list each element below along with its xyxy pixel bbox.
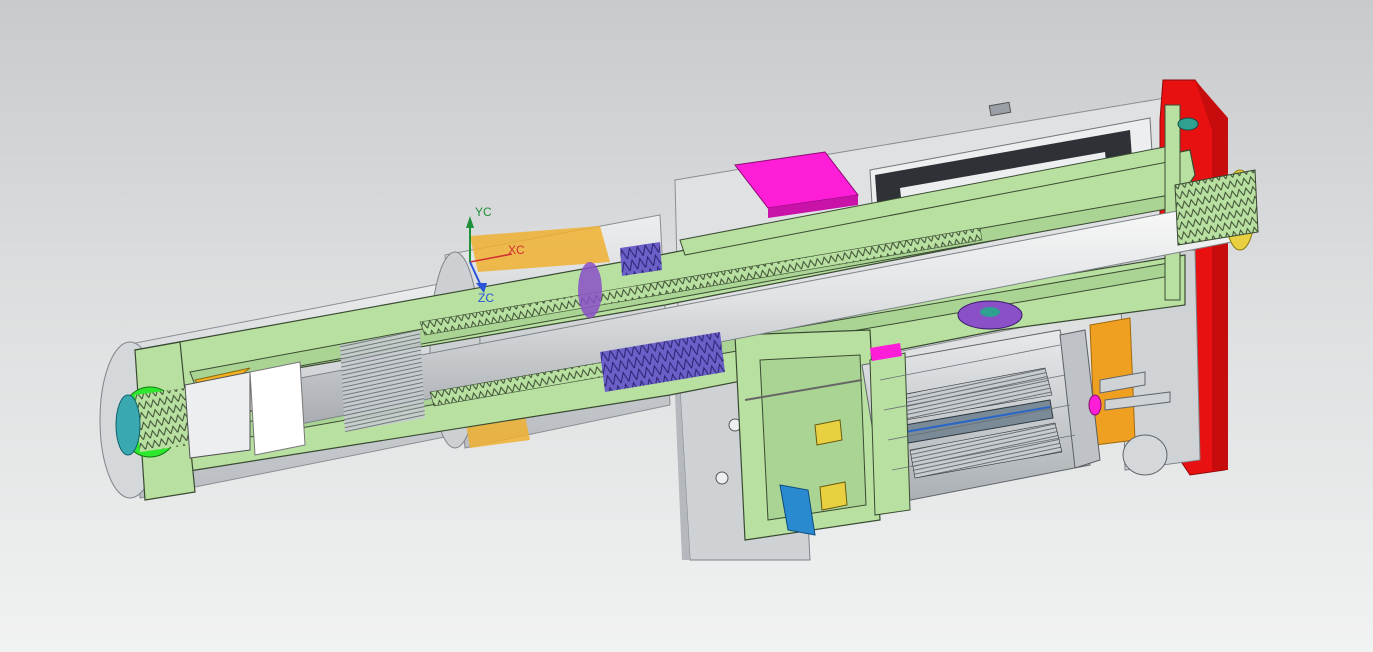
teal-bearing-top: [1177, 117, 1199, 131]
left-spring: [340, 330, 425, 432]
cone-bushing: [184, 371, 251, 459]
purple-disk-left: [578, 262, 602, 318]
housing-hole-2: [715, 471, 729, 485]
left-bore-face: [249, 361, 306, 456]
cad-graphics-viewport[interactable]: YC XC ZC: [0, 0, 1373, 652]
motor-aux-cylinder: [1122, 434, 1168, 476]
triad-y-arrow: [466, 216, 474, 228]
triad-x-label: XC: [508, 243, 525, 257]
yellow-gear-1: [814, 419, 843, 446]
section-bottom-inner: [759, 354, 867, 521]
connector-tab: [988, 101, 1012, 117]
motor-side-green: [869, 352, 911, 516]
purple-bearing-hub: [980, 307, 1000, 317]
teal-washer: [115, 394, 141, 456]
triad-z-label: ZC: [478, 291, 494, 305]
triad-y-label: YC: [475, 205, 492, 219]
green-nut-thread: [135, 388, 190, 452]
motor-shaft-end: [1088, 394, 1102, 416]
yellow-gear-2: [819, 481, 848, 511]
ball-nut-blue-2: [620, 242, 662, 276]
assembly-section-view[interactable]: YC XC ZC: [0, 0, 1373, 652]
